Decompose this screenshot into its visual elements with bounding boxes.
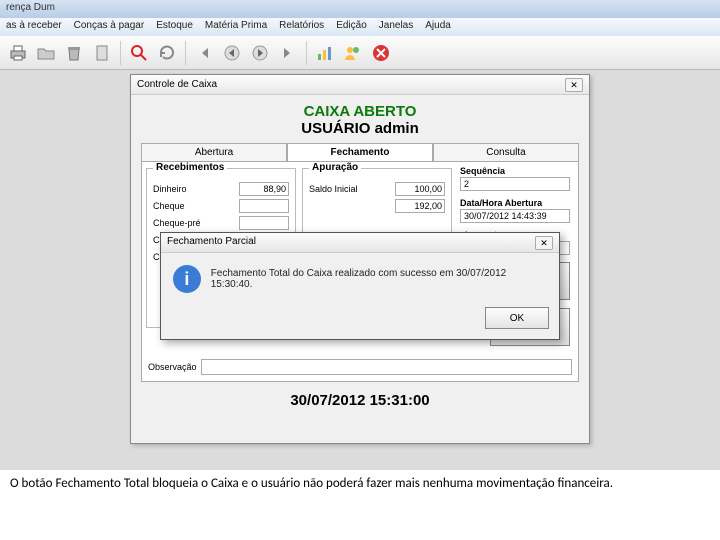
mdi-title-text: Controle de Caixa (137, 79, 217, 90)
abertura-value: 30/07/2012 14:43:39 (460, 209, 570, 223)
menu-estoque[interactable]: Estoque (156, 20, 193, 34)
seq-value: 2 (460, 177, 570, 191)
row-label: Dinheiro (153, 184, 187, 194)
dialog-title: Fechamento Parcial (167, 236, 256, 249)
dinheiro-input[interactable] (239, 182, 289, 196)
tab-consulta[interactable]: Consulta (433, 143, 579, 161)
clock: 30/07/2012 15:31:00 (141, 392, 579, 409)
close-icon[interactable] (369, 41, 393, 65)
menu-edicao[interactable]: Edição (336, 20, 367, 34)
caixa-user: USUÁRIO admin (141, 120, 579, 137)
message-dialog: Fechamento Parcial ✕ i Fechamento Total … (160, 232, 560, 340)
abertura-label: Data/Hora Abertura (460, 198, 570, 208)
saldo-input[interactable] (395, 182, 445, 196)
apuracao-title: Apuração (309, 162, 361, 173)
menu-receber[interactable]: as à receber (6, 20, 62, 34)
search-icon[interactable] (127, 41, 151, 65)
print-icon[interactable] (6, 41, 30, 65)
dialog-close-button[interactable]: ✕ (535, 236, 553, 250)
row-label: Cheque-pré (153, 218, 201, 228)
dialog-message: Fechamento Total do Caixa realizado com … (211, 268, 547, 290)
separator (306, 41, 307, 65)
menu-bar: as à receber Conças à pagar Estoque Maté… (0, 18, 720, 36)
slide-caption: O botão Fechamento Total bloqueia o Caix… (10, 476, 650, 492)
chequepre-input[interactable] (239, 216, 289, 230)
tab-fechamento[interactable]: Fechamento (287, 143, 433, 161)
toolbar (0, 36, 720, 70)
cheque-input[interactable] (239, 199, 289, 213)
dialog-ok-button[interactable]: OK (485, 307, 549, 329)
recebimentos-title: Recebimentos (153, 162, 227, 173)
separator (120, 41, 121, 65)
doc-icon[interactable] (90, 41, 114, 65)
menu-pagar[interactable]: Conças à pagar (74, 20, 145, 34)
nav-prev-icon[interactable] (220, 41, 244, 65)
menu-ajuda[interactable]: Ajuda (425, 20, 451, 34)
mdi-close-button[interactable]: ✕ (565, 78, 583, 92)
info-icon: i (173, 265, 201, 293)
menu-materia[interactable]: Matéria Prima (205, 20, 267, 34)
obs-input[interactable] (201, 359, 572, 375)
nav-first-icon[interactable] (192, 41, 216, 65)
row-label: Saldo Inicial (309, 184, 358, 194)
trash-icon[interactable] (62, 41, 86, 65)
app-title-bar: rença Dum (0, 0, 720, 18)
tab-abertura[interactable]: Abertura (141, 143, 287, 161)
apur-input[interactable] (395, 199, 445, 213)
seq-label: Sequência (460, 166, 570, 176)
folder-icon[interactable] (34, 41, 58, 65)
caixa-status: CAIXA ABERTO (141, 103, 579, 120)
nav-last-icon[interactable] (276, 41, 300, 65)
row-label: Cheque (153, 201, 185, 211)
menu-relatorios[interactable]: Relatórios (279, 20, 324, 34)
chart-icon[interactable] (313, 41, 337, 65)
people-icon[interactable] (341, 41, 365, 65)
obs-label: Observação (148, 362, 197, 372)
nav-next-icon[interactable] (248, 41, 272, 65)
menu-janelas[interactable]: Janelas (379, 20, 413, 34)
refresh-icon[interactable] (155, 41, 179, 65)
separator (185, 41, 186, 65)
